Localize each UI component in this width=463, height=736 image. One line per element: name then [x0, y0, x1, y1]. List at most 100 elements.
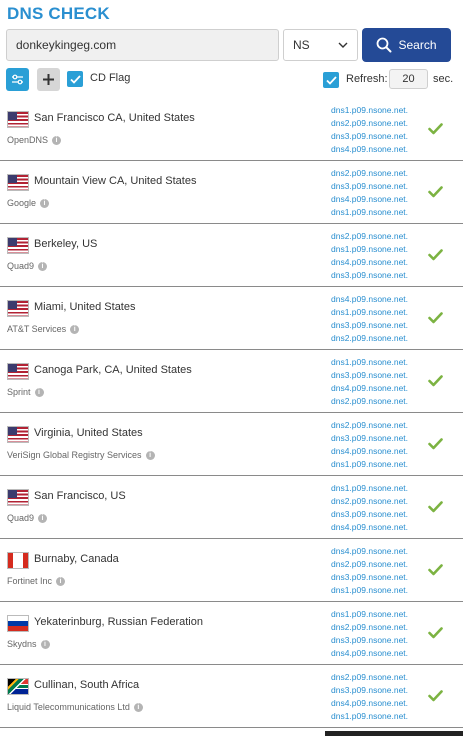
check-icon: [428, 438, 443, 450]
refresh-unit: sec.: [433, 73, 454, 85]
result-row: San Francisco, US Quad9 i dns1.p09.nsone.…: [0, 476, 463, 539]
search-button[interactable]: Search: [362, 28, 451, 62]
provider: OpenDNS i: [7, 135, 62, 145]
nameserver-item: dns3.p09.nsone.net.: [331, 509, 409, 519]
nameserver-item: dns1.p09.nsone.net.: [331, 357, 409, 367]
nameserver-item: dns1.p09.nsone.net.: [331, 207, 409, 217]
nameserver-item: dns4.p09.nsone.net.: [331, 194, 409, 204]
result-row: Burnaby, Canada Fortinet Inc i dns4.p09.n…: [0, 539, 463, 602]
refresh-label: Refresh:: [346, 73, 388, 85]
nameserver-item: dns4.p09.nsone.net.: [331, 383, 409, 393]
nameserver-item: dns2.p09.nsone.net.: [331, 622, 409, 632]
horizontal-scrollbar[interactable]: [325, 731, 463, 736]
info-icon[interactable]: i: [38, 513, 48, 523]
nameserver-list: dns2.p09.nsone.net. dns3.p09.nsone.net. …: [331, 167, 408, 219]
location-text: Berkeley, US: [34, 238, 98, 250]
info-icon[interactable]: i: [40, 198, 50, 208]
info-icon[interactable]: i: [70, 324, 80, 334]
provider-name: VeriSign Global Registry Services: [7, 450, 142, 460]
provider-name: Fortinet Inc: [7, 576, 53, 586]
nameserver-item: dns2.p09.nsone.net.: [331, 672, 409, 682]
result-row: Canoga Park, CA, United States Sprint i d…: [0, 350, 463, 413]
nameserver-item: dns3.p09.nsone.net.: [331, 270, 409, 280]
nameserver-item: dns3.p09.nsone.net.: [331, 685, 409, 695]
result-row: Mountain View CA, United States Google i …: [0, 161, 463, 224]
check-icon: [428, 186, 443, 198]
flag-icon: [7, 489, 29, 506]
provider: Google i: [7, 198, 50, 208]
nameserver-item: dns3.p09.nsone.net.: [331, 320, 409, 330]
info-icon[interactable]: i: [40, 639, 50, 649]
check-icon: [428, 627, 443, 639]
nameserver-item: dns3.p09.nsone.net.: [331, 635, 409, 645]
provider-name: Liquid Telecommunications Ltd: [7, 702, 130, 712]
provider-name: Quad9: [7, 513, 35, 523]
refresh-checkbox[interactable]: [323, 72, 339, 88]
search-icon: [377, 37, 392, 53]
provider: Fortinet Inc i: [7, 576, 66, 586]
domain-input[interactable]: [6, 29, 279, 61]
nameserver-item: dns2.p09.nsone.net.: [331, 118, 409, 128]
check-icon: [428, 564, 443, 576]
refresh-interval-input[interactable]: [389, 69, 428, 89]
provider: VeriSign Global Registry Services i: [7, 450, 155, 460]
provider-name: OpenDNS: [7, 135, 49, 145]
location-text: San Francisco CA, United States: [34, 112, 195, 124]
nameserver-item: dns4.p09.nsone.net.: [331, 522, 409, 532]
check-icon: [428, 123, 443, 135]
nameserver-item: dns1.p09.nsone.net.: [331, 105, 409, 115]
nameserver-item: dns4.p09.nsone.net.: [331, 294, 409, 304]
nameserver-item: dns4.p09.nsone.net.: [331, 446, 409, 456]
info-icon[interactable]: i: [56, 576, 66, 586]
check-icon: [428, 690, 443, 702]
info-icon[interactable]: i: [133, 702, 143, 712]
settings-button[interactable]: [6, 68, 29, 91]
nameserver-list: dns4.p09.nsone.net. dns1.p09.nsone.net. …: [331, 293, 408, 345]
nameserver-item: dns3.p09.nsone.net.: [331, 181, 409, 191]
nameserver-item: dns1.p09.nsone.net.: [331, 609, 409, 619]
result-row: San Francisco CA, United States OpenDNS i…: [0, 98, 463, 161]
provider-name: Sprint: [7, 387, 31, 397]
cd-flag-checkbox[interactable]: [67, 71, 83, 87]
nameserver-item: dns4.p09.nsone.net.: [331, 648, 409, 658]
nameserver-item: dns1.p09.nsone.net.: [331, 459, 409, 469]
nameserver-item: dns3.p09.nsone.net.: [331, 433, 409, 443]
nameserver-item: dns4.p09.nsone.net.: [331, 546, 409, 556]
check-icon: [428, 501, 443, 513]
search-button-label: Search: [398, 38, 437, 52]
nameserver-item: dns2.p09.nsone.net.: [331, 496, 409, 506]
nameserver-item: dns1.p09.nsone.net.: [331, 711, 409, 721]
info-icon[interactable]: i: [34, 387, 44, 397]
nameserver-item: dns3.p09.nsone.net.: [331, 131, 409, 141]
nameserver-list: dns1.p09.nsone.net. dns3.p09.nsone.net. …: [331, 356, 408, 408]
provider-name: Google: [7, 198, 37, 208]
info-icon[interactable]: i: [38, 261, 48, 271]
location-text: Mountain View CA, United States: [34, 175, 197, 187]
nameserver-item: dns3.p09.nsone.net.: [331, 572, 409, 582]
nameserver-item: dns4.p09.nsone.net.: [331, 144, 409, 154]
provider: Sprint i: [7, 387, 44, 397]
location-text: Cullinan, South Africa: [34, 679, 140, 691]
provider: Quad9 i: [7, 261, 48, 271]
flag-icon: [7, 237, 29, 254]
nameserver-list: dns2.p09.nsone.net. dns3.p09.nsone.net. …: [331, 419, 408, 471]
sliders-icon: [12, 74, 23, 85]
nameserver-list: dns1.p09.nsone.net. dns2.p09.nsone.net. …: [331, 482, 408, 534]
nameserver-item: dns2.p09.nsone.net.: [331, 396, 409, 406]
record-type-select[interactable]: NS: [283, 29, 358, 61]
page-title: DNS CHECK: [7, 4, 110, 23]
add-button[interactable]: [37, 68, 60, 91]
flag-icon: [7, 174, 29, 191]
info-icon[interactable]: i: [52, 135, 62, 145]
flag-icon: [7, 300, 29, 317]
info-icon[interactable]: i: [145, 450, 155, 460]
nameserver-item: dns1.p09.nsone.net.: [331, 483, 409, 493]
flag-icon: [7, 111, 29, 128]
nameserver-list: dns1.p09.nsone.net. dns2.p09.nsone.net. …: [331, 104, 408, 156]
provider: Quad9 i: [7, 513, 48, 523]
checkmark-icon: [69, 74, 81, 84]
flag-icon: [7, 678, 29, 695]
location-text: Miami, United States: [34, 301, 136, 313]
nameserver-item: dns2.p09.nsone.net.: [331, 559, 409, 569]
nameserver-list: dns4.p09.nsone.net. dns2.p09.nsone.net. …: [331, 545, 408, 597]
